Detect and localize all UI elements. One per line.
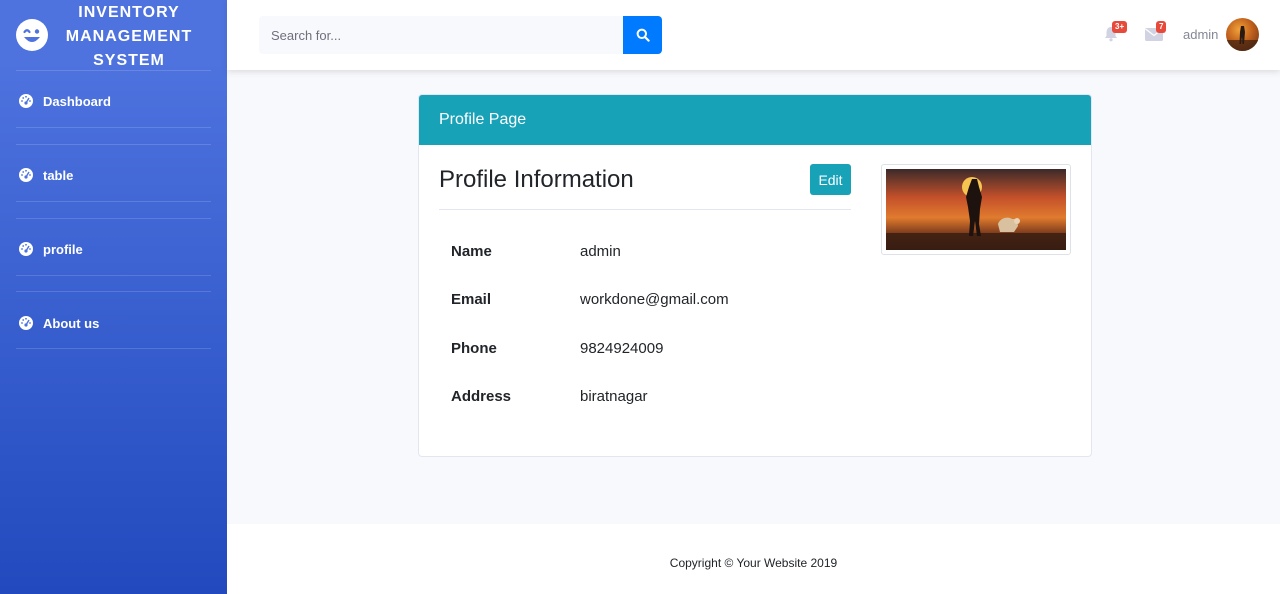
sidebar-brand[interactable]: INVENTORY MANAGEMENT SYSTEM bbox=[0, 0, 227, 70]
sidebar-item-dashboard[interactable]: Dashboard bbox=[0, 86, 227, 116]
alerts-dropdown[interactable]: 3+ bbox=[1100, 21, 1128, 46]
name-label: Name bbox=[451, 243, 492, 260]
sidebar-item-label: Dashboard bbox=[43, 93, 111, 109]
tachometer-icon bbox=[19, 168, 33, 182]
search-icon bbox=[636, 28, 650, 42]
sidebar-item-profile[interactable]: profile bbox=[0, 234, 227, 264]
sidebar-item-about-us[interactable]: About us bbox=[0, 308, 227, 338]
sidebar-divider bbox=[16, 218, 211, 219]
title-divider bbox=[439, 209, 851, 210]
sidebar-item-label: About us bbox=[43, 315, 100, 331]
sidebar-item-label: profile bbox=[43, 241, 83, 257]
card-header: Profile Page bbox=[419, 95, 1091, 145]
topbar: 3+ 7 admin bbox=[227, 0, 1280, 70]
email-value: workdone@gmail.com bbox=[580, 291, 729, 308]
email-label: Email bbox=[451, 291, 492, 308]
phone-value: 9824924009 bbox=[580, 340, 664, 357]
search-button[interactable] bbox=[623, 16, 662, 54]
sidebar: INVENTORY MANAGEMENT SYSTEM Dashboard ta… bbox=[0, 0, 227, 594]
sidebar-item-label: table bbox=[43, 167, 74, 183]
laugh-wink-icon bbox=[16, 19, 48, 51]
address-label: Address bbox=[451, 388, 512, 405]
brand-line-1: INVENTORY bbox=[78, 4, 180, 21]
name-value: admin bbox=[580, 243, 621, 260]
profile-image bbox=[881, 164, 1071, 255]
tachometer-icon bbox=[19, 242, 33, 256]
avatar-image bbox=[1226, 26, 1259, 51]
alerts-badge: 3+ bbox=[1112, 21, 1128, 33]
brand-title: INVENTORY MANAGEMENT SYSTEM bbox=[54, 1, 204, 73]
profile-photo bbox=[886, 169, 1066, 250]
sidebar-item-table[interactable]: table bbox=[0, 160, 227, 190]
footer: Copyright © Your Website 2019 bbox=[227, 524, 1280, 594]
profile-title: Profile Information bbox=[439, 166, 634, 193]
phone-label: Phone bbox=[451, 340, 497, 357]
sidebar-divider bbox=[16, 201, 211, 202]
sidebar-divider bbox=[16, 275, 211, 276]
edit-button[interactable]: Edit bbox=[810, 164, 851, 195]
messages-badge: 7 bbox=[1156, 21, 1167, 33]
sidebar-divider bbox=[16, 127, 211, 128]
copyright-text: Copyright © Your Website 2019 bbox=[669, 556, 838, 570]
address-value: biratnagar bbox=[580, 388, 648, 405]
sidebar-divider bbox=[16, 144, 211, 145]
search-input[interactable] bbox=[259, 16, 623, 54]
tachometer-icon bbox=[19, 94, 33, 108]
sidebar-divider bbox=[16, 348, 211, 349]
avatar[interactable] bbox=[1226, 18, 1259, 51]
brand-line-2: MANAGEMENT bbox=[65, 28, 193, 45]
sidebar-divider bbox=[16, 291, 211, 292]
messages-dropdown[interactable]: 7 bbox=[1144, 21, 1168, 46]
sidebar-divider bbox=[16, 70, 211, 71]
user-name[interactable]: admin bbox=[1183, 27, 1218, 42]
profile-card: Profile Page Profile Information Edit Na… bbox=[418, 94, 1092, 457]
search-form bbox=[259, 16, 662, 54]
tachometer-icon bbox=[19, 316, 33, 330]
